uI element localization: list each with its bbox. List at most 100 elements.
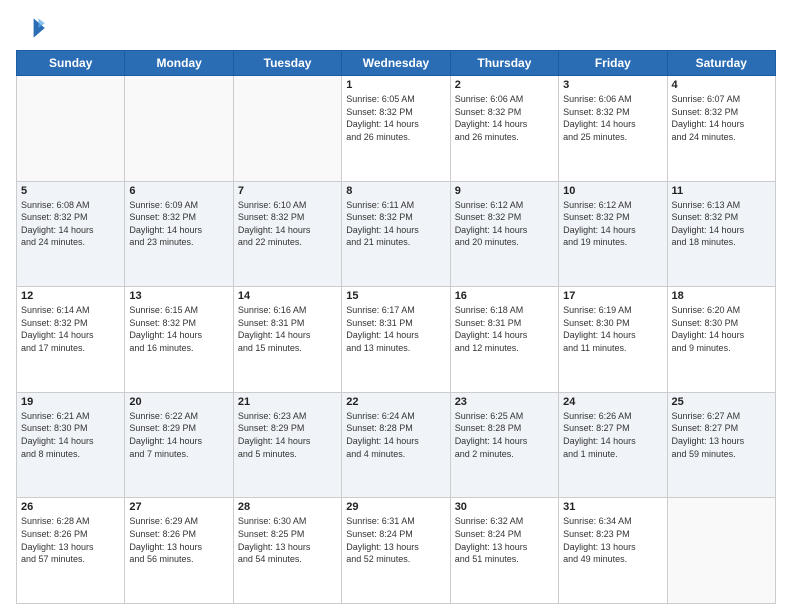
day-number: 20: [129, 396, 228, 408]
calendar-header-tuesday: Tuesday: [233, 51, 341, 76]
calendar-cell: 15 Sunrise: 6:17 AM Sunset: 8:31 PM Dayli…: [342, 287, 450, 393]
day-info: Sunrise: 6:17 AM Sunset: 8:31 PM Dayligh…: [346, 304, 445, 354]
calendar-cell: 5 Sunrise: 6:08 AM Sunset: 8:32 PM Daylig…: [17, 181, 125, 287]
day-info: Sunrise: 6:09 AM Sunset: 8:32 PM Dayligh…: [129, 199, 228, 249]
calendar-cell: 10 Sunrise: 6:12 AM Sunset: 8:32 PM Dayli…: [559, 181, 667, 287]
day-number: 28: [238, 501, 337, 513]
calendar-cell: 29 Sunrise: 6:31 AM Sunset: 8:24 PM Dayli…: [342, 498, 450, 604]
calendar-header-saturday: Saturday: [667, 51, 775, 76]
day-info: Sunrise: 6:22 AM Sunset: 8:29 PM Dayligh…: [129, 410, 228, 460]
day-info: Sunrise: 6:28 AM Sunset: 8:26 PM Dayligh…: [21, 515, 120, 565]
day-info: Sunrise: 6:12 AM Sunset: 8:32 PM Dayligh…: [455, 199, 554, 249]
day-info: Sunrise: 6:31 AM Sunset: 8:24 PM Dayligh…: [346, 515, 445, 565]
day-info: Sunrise: 6:30 AM Sunset: 8:25 PM Dayligh…: [238, 515, 337, 565]
day-number: 15: [346, 290, 445, 302]
day-info: Sunrise: 6:13 AM Sunset: 8:32 PM Dayligh…: [672, 199, 771, 249]
day-number: 9: [455, 185, 554, 197]
day-info: Sunrise: 6:21 AM Sunset: 8:30 PM Dayligh…: [21, 410, 120, 460]
calendar-cell: [125, 76, 233, 182]
calendar-cell: 7Sunrise: 6:10 AM Sunset: 8:32 PM Daylig…: [233, 181, 341, 287]
day-info: Sunrise: 6:11 AM Sunset: 8:32 PM Dayligh…: [346, 199, 445, 249]
day-info: Sunrise: 6:27 AM Sunset: 8:27 PM Dayligh…: [672, 410, 771, 460]
day-info: Sunrise: 6:10 AM Sunset: 8:32 PM Dayligh…: [238, 199, 337, 249]
calendar-cell: 11Sunrise: 6:13 AM Sunset: 8:32 PM Dayli…: [667, 181, 775, 287]
header: [16, 12, 776, 44]
day-number: 6: [129, 185, 228, 197]
calendar-week-row: 26Sunrise: 6:28 AM Sunset: 8:26 PM Dayli…: [17, 498, 776, 604]
logo: [16, 12, 52, 44]
calendar-cell: [667, 498, 775, 604]
calendar-cell: 30 Sunrise: 6:32 AM Sunset: 8:24 PM Dayli…: [450, 498, 558, 604]
calendar-cell: 12 Sunrise: 6:14 AM Sunset: 8:32 PM Dayli…: [17, 287, 125, 393]
day-number: 27: [129, 501, 228, 513]
day-number: 10: [563, 185, 662, 197]
calendar-cell: 3 Sunrise: 6:06 AM Sunset: 8:32 PM Daylig…: [559, 76, 667, 182]
day-info: Sunrise: 6:32 AM Sunset: 8:24 PM Dayligh…: [455, 515, 554, 565]
logo-icon: [16, 12, 48, 44]
day-info: Sunrise: 6:05 AM Sunset: 8:32 PM Dayligh…: [346, 93, 445, 143]
calendar-cell: 2 Sunrise: 6:06 AM Sunset: 8:32 PM Daylig…: [450, 76, 558, 182]
calendar-cell: 26Sunrise: 6:28 AM Sunset: 8:26 PM Dayli…: [17, 498, 125, 604]
day-info: Sunrise: 6:34 AM Sunset: 8:23 PM Dayligh…: [563, 515, 662, 565]
day-number: 31: [563, 501, 662, 513]
day-number: 22: [346, 396, 445, 408]
day-number: 30: [455, 501, 554, 513]
calendar-header-monday: Monday: [125, 51, 233, 76]
day-number: 3: [563, 79, 662, 91]
day-number: 18: [672, 290, 771, 302]
calendar-header-friday: Friday: [559, 51, 667, 76]
day-number: 19: [21, 396, 120, 408]
day-info: Sunrise: 6:06 AM Sunset: 8:32 PM Dayligh…: [563, 93, 662, 143]
calendar-cell: 14Sunrise: 6:16 AM Sunset: 8:31 PM Dayli…: [233, 287, 341, 393]
day-number: 1: [346, 79, 445, 91]
day-info: Sunrise: 6:14 AM Sunset: 8:32 PM Dayligh…: [21, 304, 120, 354]
day-number: 12: [21, 290, 120, 302]
calendar-cell: 19 Sunrise: 6:21 AM Sunset: 8:30 PM Dayli…: [17, 392, 125, 498]
day-info: Sunrise: 6:20 AM Sunset: 8:30 PM Dayligh…: [672, 304, 771, 354]
day-number: 23: [455, 396, 554, 408]
day-number: 2: [455, 79, 554, 91]
day-number: 21: [238, 396, 337, 408]
day-number: 29: [346, 501, 445, 513]
day-info: Sunrise: 6:26 AM Sunset: 8:27 PM Dayligh…: [563, 410, 662, 460]
calendar-cell: 27 Sunrise: 6:29 AM Sunset: 8:26 PM Dayli…: [125, 498, 233, 604]
calendar-cell: 20 Sunrise: 6:22 AM Sunset: 8:29 PM Dayli…: [125, 392, 233, 498]
calendar-header-thursday: Thursday: [450, 51, 558, 76]
day-info: Sunrise: 6:29 AM Sunset: 8:26 PM Dayligh…: [129, 515, 228, 565]
calendar: SundayMondayTuesdayWednesdayThursdayFrid…: [16, 50, 776, 604]
day-number: 24: [563, 396, 662, 408]
day-number: 8: [346, 185, 445, 197]
day-info: Sunrise: 6:18 AM Sunset: 8:31 PM Dayligh…: [455, 304, 554, 354]
day-info: Sunrise: 6:07 AM Sunset: 8:32 PM Dayligh…: [672, 93, 771, 143]
calendar-cell: 1 Sunrise: 6:05 AM Sunset: 8:32 PM Daylig…: [342, 76, 450, 182]
day-number: 4: [672, 79, 771, 91]
calendar-cell: 4 Sunrise: 6:07 AM Sunset: 8:32 PM Daylig…: [667, 76, 775, 182]
day-info: Sunrise: 6:24 AM Sunset: 8:28 PM Dayligh…: [346, 410, 445, 460]
calendar-cell: 24 Sunrise: 6:26 AM Sunset: 8:27 PM Dayli…: [559, 392, 667, 498]
day-number: 14: [238, 290, 337, 302]
calendar-cell: 23 Sunrise: 6:25 AM Sunset: 8:28 PM Dayli…: [450, 392, 558, 498]
day-number: 17: [563, 290, 662, 302]
calendar-cell: [233, 76, 341, 182]
calendar-cell: 13Sunrise: 6:15 AM Sunset: 8:32 PM Dayli…: [125, 287, 233, 393]
day-info: Sunrise: 6:08 AM Sunset: 8:32 PM Dayligh…: [21, 199, 120, 249]
day-info: Sunrise: 6:25 AM Sunset: 8:28 PM Dayligh…: [455, 410, 554, 460]
calendar-week-row: 5 Sunrise: 6:08 AM Sunset: 8:32 PM Daylig…: [17, 181, 776, 287]
day-info: Sunrise: 6:19 AM Sunset: 8:30 PM Dayligh…: [563, 304, 662, 354]
calendar-cell: [17, 76, 125, 182]
calendar-week-row: 19 Sunrise: 6:21 AM Sunset: 8:30 PM Dayli…: [17, 392, 776, 498]
day-info: Sunrise: 6:15 AM Sunset: 8:32 PM Dayligh…: [129, 304, 228, 354]
day-info: Sunrise: 6:23 AM Sunset: 8:29 PM Dayligh…: [238, 410, 337, 460]
calendar-header-sunday: Sunday: [17, 51, 125, 76]
calendar-cell: 16Sunrise: 6:18 AM Sunset: 8:31 PM Dayli…: [450, 287, 558, 393]
day-info: Sunrise: 6:06 AM Sunset: 8:32 PM Dayligh…: [455, 93, 554, 143]
calendar-week-row: 1 Sunrise: 6:05 AM Sunset: 8:32 PM Daylig…: [17, 76, 776, 182]
calendar-cell: 31 Sunrise: 6:34 AM Sunset: 8:23 PM Dayli…: [559, 498, 667, 604]
calendar-cell: 21 Sunrise: 6:23 AM Sunset: 8:29 PM Dayli…: [233, 392, 341, 498]
calendar-header-row: SundayMondayTuesdayWednesdayThursdayFrid…: [17, 51, 776, 76]
calendar-cell: 18 Sunrise: 6:20 AM Sunset: 8:30 PM Dayli…: [667, 287, 775, 393]
calendar-cell: 25Sunrise: 6:27 AM Sunset: 8:27 PM Dayli…: [667, 392, 775, 498]
calendar-cell: 8 Sunrise: 6:11 AM Sunset: 8:32 PM Daylig…: [342, 181, 450, 287]
day-info: Sunrise: 6:12 AM Sunset: 8:32 PM Dayligh…: [563, 199, 662, 249]
day-number: 5: [21, 185, 120, 197]
